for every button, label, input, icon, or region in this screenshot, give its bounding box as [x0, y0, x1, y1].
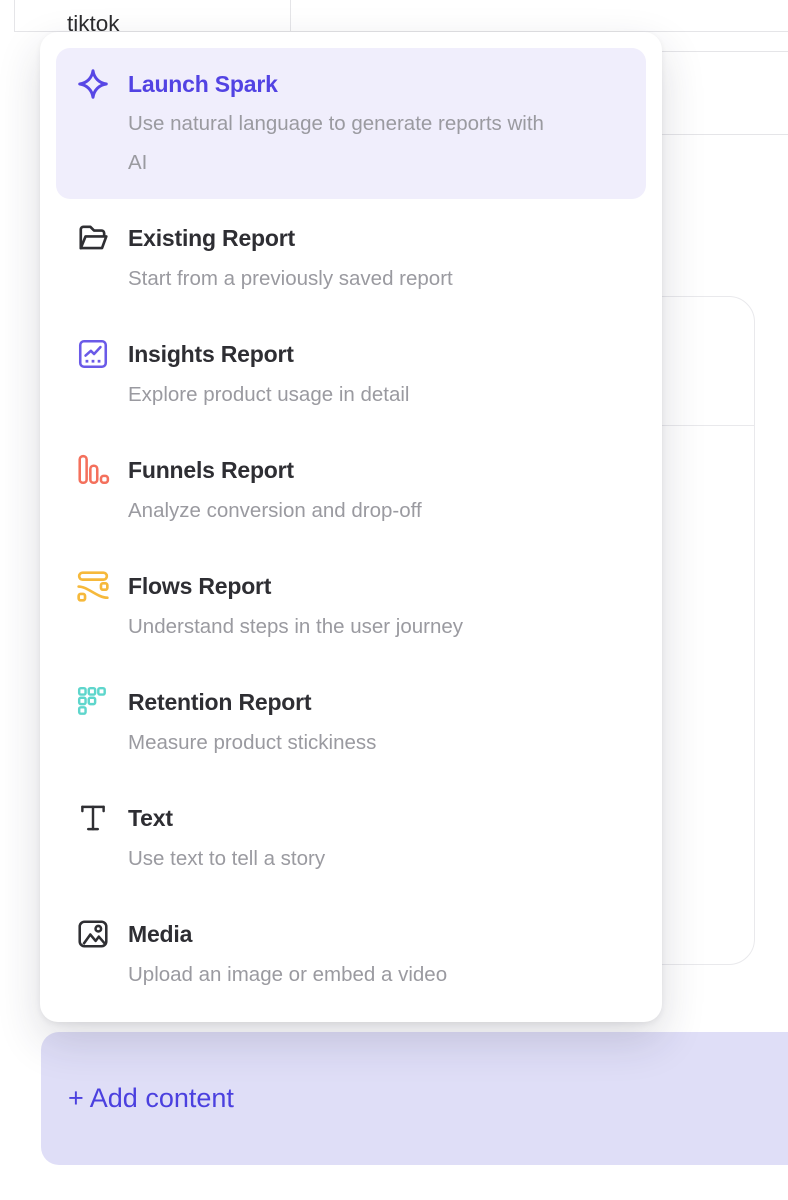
menu-item-launch-spark[interactable]: Launch Spark Use natural language to gen… — [56, 48, 646, 199]
menu-item-description: Measure product stickiness — [128, 727, 376, 759]
menu-item-description: Explore product usage in detail — [128, 379, 410, 411]
menu-item-funnels-report[interactable]: Funnels Report Analyze conversion and dr… — [56, 455, 646, 527]
menu-item-description: Upload an image or embed a video — [128, 959, 447, 991]
flows-icon — [76, 569, 110, 603]
menu-item-flows-report[interactable]: Flows Report Understand steps in the use… — [56, 571, 646, 643]
menu-item-description: Start from a previously saved report — [128, 263, 453, 295]
insights-chart-icon — [76, 337, 110, 371]
menu-item-title: Flows Report — [128, 571, 463, 601]
menu-item-title: Insights Report — [128, 339, 410, 369]
menu-item-description: Understand steps in the user journey — [128, 611, 463, 643]
menu-item-text[interactable]: Text Use text to tell a story — [56, 803, 646, 875]
menu-item-title: Existing Report — [128, 223, 453, 253]
add-content-menu: Launch Spark Use natural language to gen… — [40, 32, 662, 1022]
menu-item-media[interactable]: Media Upload an image or embed a video — [56, 919, 646, 991]
bg-table-column-line — [290, 0, 291, 31]
media-image-icon — [76, 917, 110, 951]
menu-item-title: Text — [128, 803, 325, 833]
text-icon — [76, 801, 110, 835]
menu-item-title: Funnels Report — [128, 455, 422, 485]
menu-item-title: Launch Spark — [128, 69, 544, 99]
add-content-label: + Add content — [68, 1083, 234, 1114]
menu-item-retention-report[interactable]: Retention Report Measure product stickin… — [56, 687, 646, 759]
menu-item-existing-report[interactable]: Existing Report Start from a previously … — [56, 223, 646, 295]
retention-grid-icon — [76, 685, 110, 719]
funnels-bars-icon — [76, 453, 110, 487]
spark-icon — [76, 67, 110, 101]
menu-item-description: Use natural language to generate reports… — [128, 104, 544, 182]
menu-item-description: Use text to tell a story — [128, 843, 325, 875]
menu-item-insights-report[interactable]: Insights Report Explore product usage in… — [56, 339, 646, 411]
add-content-button[interactable]: + Add content — [41, 1032, 788, 1165]
bg-table-column-line — [14, 0, 15, 31]
menu-item-description: Analyze conversion and drop-off — [128, 495, 422, 527]
folder-open-icon — [76, 221, 110, 255]
menu-item-title: Media — [128, 919, 447, 949]
menu-item-title: Retention Report — [128, 687, 376, 717]
